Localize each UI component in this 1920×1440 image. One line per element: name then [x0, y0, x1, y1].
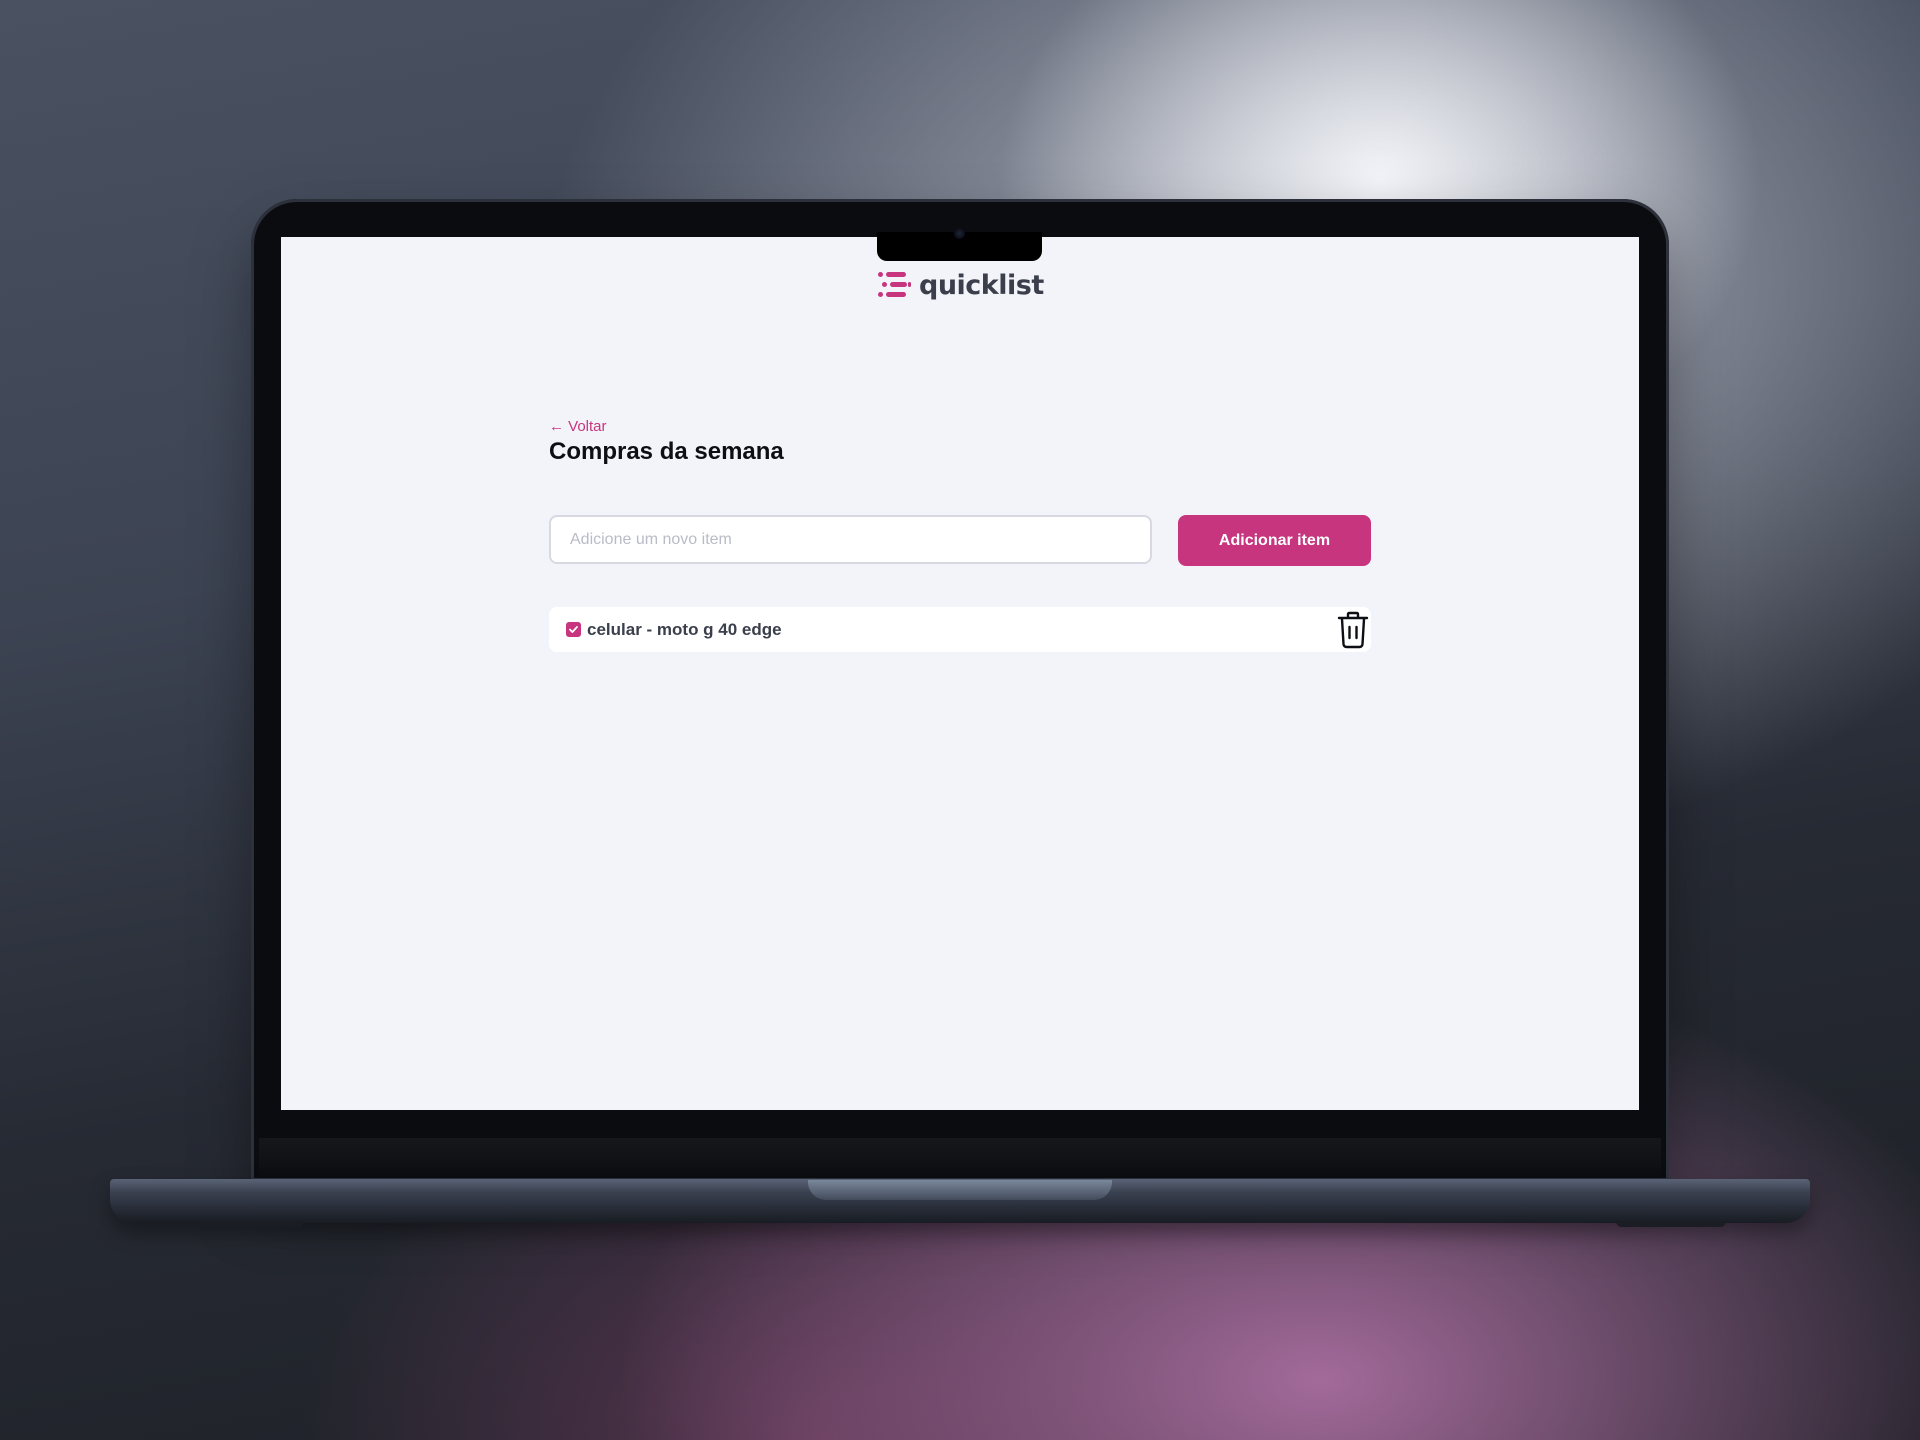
new-item-input[interactable] [549, 515, 1152, 564]
list-logo-icon [878, 272, 911, 297]
laptop-foot-left [194, 1221, 304, 1227]
list-item: celular - moto g 40 edge [549, 607, 1371, 652]
brand-name: quicklist [919, 269, 1044, 301]
laptop-bezel-bottom [259, 1138, 1661, 1178]
add-item-button[interactable]: Adicionar item [1178, 515, 1371, 566]
app-screen: quicklist ← Voltar Compras da semana Adi… [281, 237, 1639, 1110]
laptop-hinge-notch [808, 1180, 1112, 1200]
item-checkbox[interactable] [566, 622, 581, 637]
item-label: celular - moto g 40 edge [587, 620, 782, 639]
laptop-foot-right [1616, 1221, 1726, 1227]
brand-logo: quicklist [878, 269, 1044, 301]
trash-icon [1337, 611, 1369, 649]
check-icon [569, 626, 578, 633]
delete-item-button[interactable] [1333, 609, 1373, 651]
webcam-icon [954, 228, 965, 239]
page-title: Compras da semana [549, 438, 784, 465]
back-link[interactable]: ← Voltar [549, 418, 607, 435]
